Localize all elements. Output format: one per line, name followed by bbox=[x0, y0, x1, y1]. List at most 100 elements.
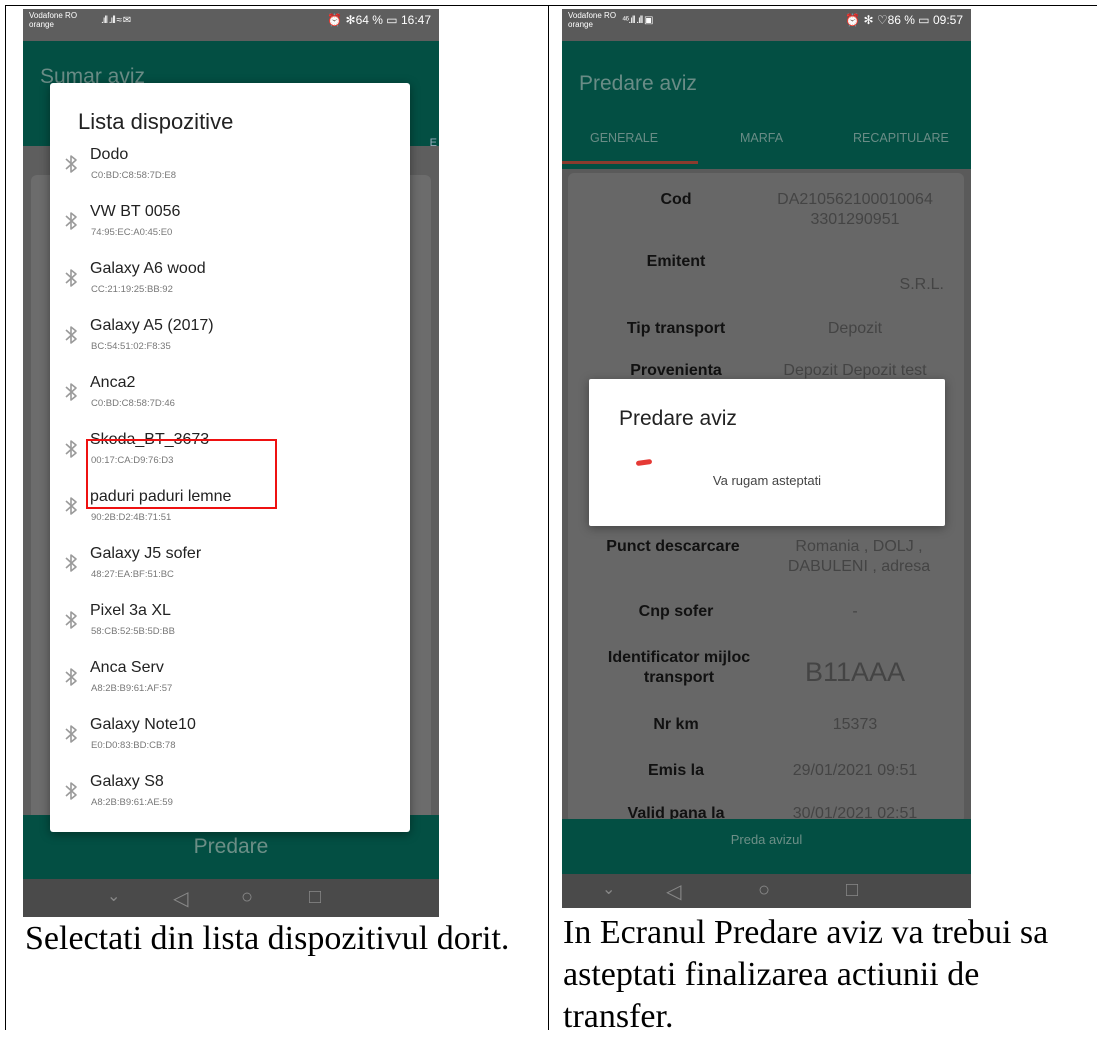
back-icon[interactable]: ◁ bbox=[666, 879, 681, 904]
android-navbar: ⌄ ◁ ○ □ bbox=[562, 874, 971, 908]
home-icon[interactable]: ○ bbox=[241, 886, 253, 909]
value-identificator: B11AAA bbox=[804, 657, 906, 687]
device-name: Galaxy Note10 bbox=[90, 716, 196, 733]
bluetooth-icon bbox=[64, 496, 78, 516]
chevron-down-icon[interactable]: ⌄ bbox=[602, 879, 615, 899]
label-punct-descarcare: Punct descarcare bbox=[606, 538, 740, 555]
selected-device-highlight bbox=[86, 439, 277, 509]
device-item[interactable]: Anca Serv A8:2B:B9:61:AF:57 bbox=[50, 659, 410, 716]
device-name: Galaxy J5 sofer bbox=[90, 545, 202, 562]
device-mac-address: C0:BD:C8:58:7D:46 bbox=[91, 398, 175, 409]
device-item[interactable]: Galaxy A6 wood CC:21:19:25:BB:92 bbox=[50, 260, 410, 317]
chevron-down-icon[interactable]: ⌄ bbox=[107, 886, 120, 906]
table-top-border bbox=[5, 5, 1097, 6]
device-name: Pixel 3a XL bbox=[90, 602, 171, 619]
device-name: Anca Serv bbox=[90, 659, 164, 676]
loading-spinner-icon bbox=[635, 458, 653, 467]
status-right: ⏰ ✻ ♡86 % ▭ 09:57 bbox=[845, 13, 963, 27]
device-item[interactable]: Galaxy S8 A8:2B:B9:61:AE:59 bbox=[50, 773, 410, 830]
device-mac-address: 74:95:EC:A0:45:E0 bbox=[91, 227, 173, 238]
label-tip-transport: Tip transport bbox=[626, 320, 726, 337]
app-title: Predare aviz bbox=[579, 72, 697, 95]
value-cod: DA210562100010064 3301290951 bbox=[777, 191, 933, 228]
label-nr-km: Nr km bbox=[653, 716, 699, 733]
device-mac-address: A8:2B:B9:61:AE:59 bbox=[91, 797, 173, 808]
value-nr-km: 15373 bbox=[832, 716, 878, 733]
device-item[interactable]: Pixel 3a XL 58:CB:52:5B:5D:BB bbox=[50, 602, 410, 659]
device-mac-address: 90:2B:D2:4B:71:51 bbox=[91, 512, 172, 523]
value-emitent: S.R.L. bbox=[899, 276, 944, 293]
label-cnp-sofer: Cnp sofer bbox=[638, 603, 714, 620]
recents-icon[interactable]: □ bbox=[846, 879, 858, 902]
device-item[interactable]: Galaxy A5 (2017) BC:54:51:02:F8:35 bbox=[50, 317, 410, 374]
tab-recapitulare[interactable]: RECAPITULARE bbox=[853, 131, 949, 145]
android-navbar: ⌄ ◁ ○ □ bbox=[23, 879, 439, 917]
left-phone-screenshot: Vodafone RO orange .ıll .ıll ≈ ✉ ⏰ ✻64 %… bbox=[23, 9, 439, 917]
device-item[interactable]: Dodo C0:BD:C8:58:7D:E8 bbox=[50, 146, 410, 203]
home-icon[interactable]: ○ bbox=[758, 879, 770, 902]
caption-left: Selectati din lista dispozitivul dorit. bbox=[25, 920, 510, 957]
device-item[interactable]: Galaxy Note10 E0:D0:83:BD:CB:78 bbox=[50, 716, 410, 773]
predare-button[interactable]: Predare bbox=[23, 835, 439, 859]
carrier-label: Vodafone RO orange bbox=[29, 11, 78, 29]
recents-icon[interactable]: □ bbox=[309, 886, 321, 909]
app-bar bbox=[562, 41, 971, 169]
signal-icons: ⁴⁶.ıll .ıll ▣ bbox=[622, 15, 653, 26]
carrier-label: Vodafone RO orange bbox=[568, 11, 617, 29]
device-name: Galaxy S8 bbox=[90, 773, 164, 790]
back-icon[interactable]: ◁ bbox=[173, 886, 188, 911]
device-name: Dodo bbox=[90, 146, 129, 163]
device-mac-address: C0:BD:C8:58:7D:E8 bbox=[91, 170, 177, 181]
value-provenienta: Depozit Depozit test bbox=[783, 362, 927, 379]
device-mac-address: BC:54:51:02:F8:35 bbox=[91, 341, 171, 352]
value-cnp-sofer: - bbox=[852, 603, 858, 620]
bluetooth-icon bbox=[64, 268, 78, 288]
bluetooth-icon bbox=[64, 781, 78, 801]
progress-dialog-title: Predare aviz bbox=[619, 407, 737, 430]
label-emis-la: Emis la bbox=[647, 762, 705, 779]
preda-avizul-button[interactable]: Preda avizul bbox=[562, 832, 971, 847]
bluetooth-icon bbox=[64, 439, 78, 459]
value-punct-descarcare: Romania , DOLJ , DABULENI , adresa bbox=[787, 538, 931, 575]
device-mac-address: E0:D0:83:BD:CB:78 bbox=[91, 740, 176, 751]
value-tip-transport: Depozit bbox=[827, 320, 883, 337]
device-item[interactable]: Anca2 C0:BD:C8:58:7D:46 bbox=[50, 374, 410, 431]
bluetooth-icon bbox=[64, 382, 78, 402]
device-name: Galaxy A6 wood bbox=[90, 260, 206, 277]
label-cod: Cod bbox=[660, 191, 692, 208]
device-list-dialog: Lista dispozitive Dodo C0:BD:C8:58:7D:E8 V… bbox=[50, 83, 410, 832]
device-item[interactable]: VW BT 0056 74:95:EC:A0:45:E0 bbox=[50, 203, 410, 260]
device-mac-address: CC:21:19:25:BB:92 bbox=[91, 284, 173, 295]
device-item[interactable]: Galaxy J5 sofer 48:27:EA:BF:51:BC bbox=[50, 545, 410, 602]
bluetooth-icon bbox=[64, 610, 78, 630]
progress-dialog-message: Va rugam asteptati bbox=[712, 473, 822, 488]
bluetooth-icon bbox=[64, 154, 78, 174]
table-middle-border bbox=[548, 5, 549, 1030]
device-mac-address: A8:2B:B9:61:AF:57 bbox=[91, 683, 173, 694]
label-emitent: Emitent bbox=[646, 253, 706, 270]
bluetooth-icon bbox=[64, 553, 78, 573]
caption-right: In Ecranul Predare aviz va trebui sa ast… bbox=[563, 914, 1049, 1035]
device-name: VW BT 0056 bbox=[90, 203, 181, 220]
active-tab-indicator bbox=[562, 161, 698, 164]
status-right: ⏰ ✻64 % ▭ 16:47 bbox=[327, 13, 431, 27]
label-provenienta: Provenienta bbox=[630, 362, 722, 379]
right-phone-screenshot: Vodafone RO orange ⁴⁶.ıll .ıll ▣ ⏰ ✻ ♡86… bbox=[562, 9, 971, 908]
label-identificator: Identificator mijloc transport bbox=[607, 649, 751, 686]
tab-marfa[interactable]: MARFA bbox=[740, 131, 783, 145]
tab-generale[interactable]: GENERALE bbox=[590, 131, 658, 145]
signal-icons: .ıll .ıll ≈ ✉ bbox=[101, 15, 131, 26]
tab-hint: E bbox=[429, 137, 437, 149]
bluetooth-icon bbox=[64, 724, 78, 744]
device-name: Galaxy A5 (2017) bbox=[90, 317, 214, 334]
bluetooth-icon bbox=[64, 211, 78, 231]
dialog-title: Lista dispozitive bbox=[78, 109, 234, 134]
device-name: Anca2 bbox=[90, 374, 136, 391]
device-mac-address: 58:CB:52:5B:5D:BB bbox=[91, 626, 175, 637]
bluetooth-icon bbox=[64, 667, 78, 687]
device-mac-address: 48:27:EA:BF:51:BC bbox=[91, 569, 174, 580]
table-left-border bbox=[5, 5, 6, 1030]
value-emis-la: 29/01/2021 09:51 bbox=[792, 762, 918, 779]
bluetooth-icon bbox=[64, 325, 78, 345]
progress-dialog: Predare aviz Va rugam asteptati bbox=[589, 379, 945, 526]
